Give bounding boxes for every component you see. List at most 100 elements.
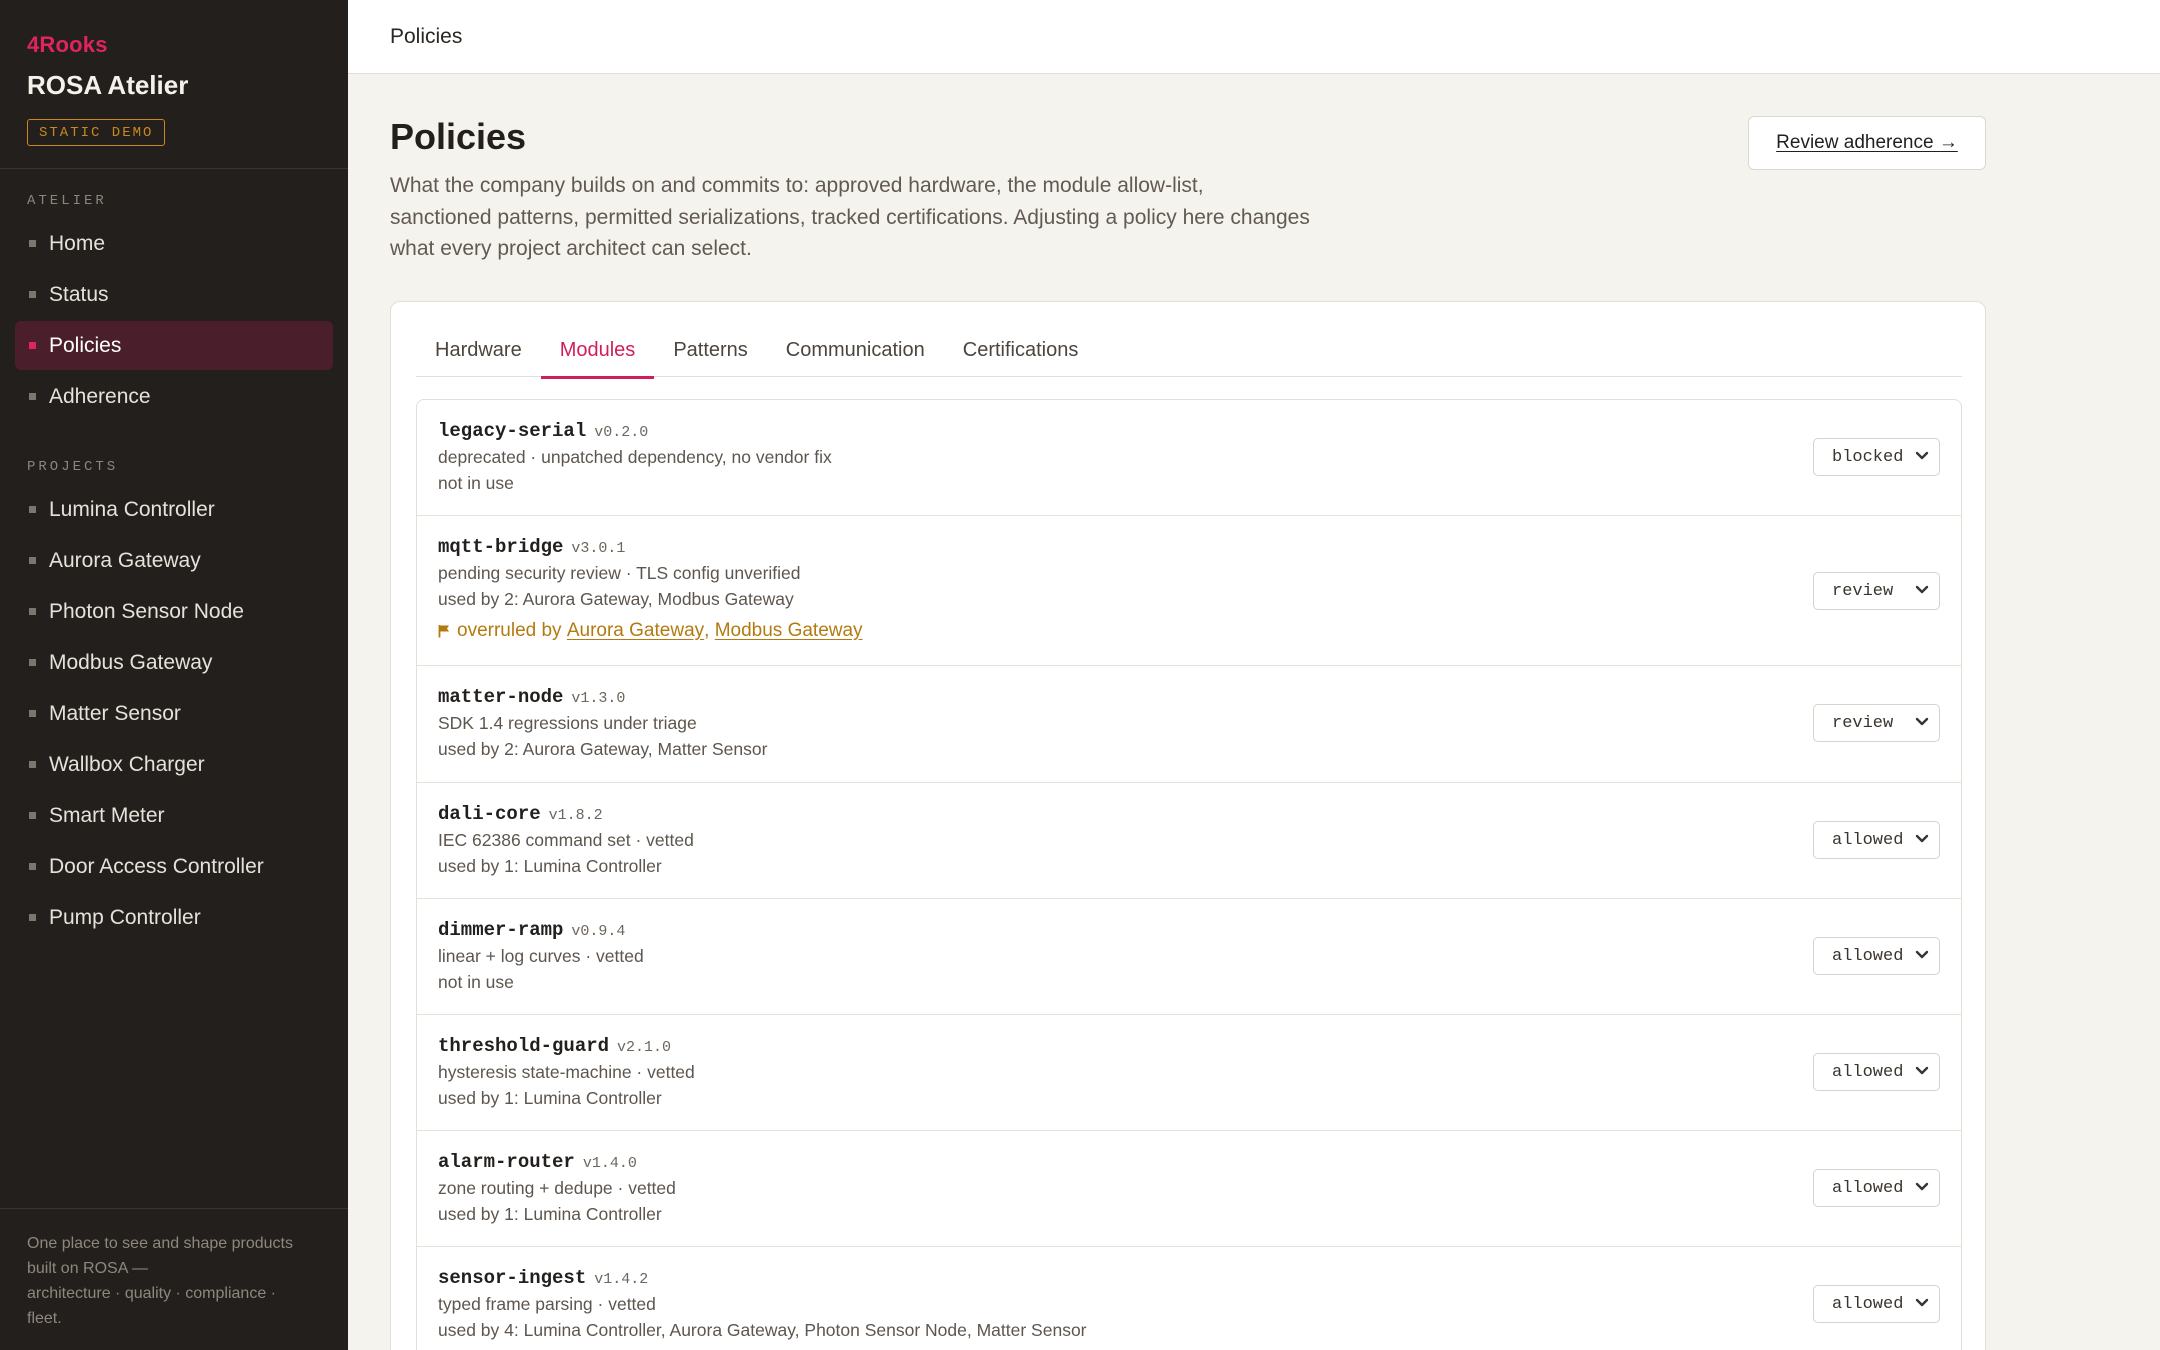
bullet-icon — [29, 914, 36, 921]
sidebar-item-photon-sensor-node[interactable]: Photon Sensor Node — [15, 587, 333, 636]
sidebar-item-label: Lumina Controller — [49, 497, 215, 521]
static-demo-badge: STATIC DEMO — [27, 119, 166, 146]
bullet-icon — [29, 812, 36, 819]
module-row: threshold-guard v2.1.0 hysteresis state-m… — [417, 1015, 1961, 1131]
sidebar-item-lumina-controller[interactable]: Lumina Controller — [15, 485, 333, 534]
footer-line: built on ROSA — — [27, 1260, 148, 1277]
sidebar-item-modbus-gateway[interactable]: Modbus Gateway — [15, 638, 333, 687]
projects-section-label: PROJECTS — [27, 459, 119, 475]
sidebar-item-smart-meter[interactable]: Smart Meter — [15, 791, 333, 840]
bullet-icon — [29, 342, 36, 349]
bullet-icon — [29, 761, 36, 768]
override-link-modbus-gateway[interactable]: Modbus Gateway — [715, 620, 863, 642]
app-title: ROSA Atelier — [27, 70, 189, 100]
sidebar-item-label: Pump Controller — [49, 905, 201, 929]
sidebar-item-matter-sensor[interactable]: Matter Sensor — [15, 689, 333, 738]
module-description: SDK 1.4 regressions under triage — [438, 713, 697, 733]
atelier-nav: Home Status Policies Adherence — [0, 219, 348, 421]
tab-modules[interactable]: Modules — [540, 330, 655, 379]
bullet-icon — [29, 506, 36, 513]
review-adherence-button[interactable]: Review adherence → — [1748, 116, 1986, 170]
sidebar-item-label: Home — [49, 231, 106, 255]
brand-block: 4Rooks ROSA Atelier STATIC DEMO — [0, 0, 348, 169]
sidebar-item-label: Status — [49, 282, 109, 306]
tab-certifications[interactable]: Certifications — [944, 330, 1098, 377]
module-status-select[interactable]: allowed — [1813, 937, 1940, 975]
bullet-icon — [29, 557, 36, 564]
sidebar-item-wallbox-charger[interactable]: Wallbox Charger — [15, 740, 333, 789]
module-version: v0.2.0 — [594, 424, 649, 441]
module-usage: used by 1: Lumina Controller — [438, 1088, 662, 1108]
override-link-aurora-gateway[interactable]: Aurora Gateway — [567, 620, 704, 642]
bullet-icon — [29, 393, 36, 400]
module-status-select[interactable]: review — [1813, 572, 1940, 610]
sidebar-item-policies[interactable]: Policies — [15, 321, 333, 370]
bullet-icon — [29, 608, 36, 615]
module-row: dali-core v1.8.2 IEC 62386 command set · … — [417, 783, 1961, 899]
module-status-select[interactable]: allowed — [1813, 821, 1940, 859]
page-title: Policies — [390, 116, 527, 157]
module-usage: used by 1: Lumina Controller — [438, 1204, 662, 1224]
tab-communication[interactable]: Communication — [767, 330, 944, 377]
sidebar-item-label: Matter Sensor — [49, 701, 181, 725]
footer-line: One place to see and shape products — [27, 1235, 293, 1252]
module-name: mqtt-bridge — [438, 536, 564, 558]
status-value: allowed — [1832, 946, 1904, 966]
footer-line: architecture · quality · compliance · — [27, 1285, 276, 1302]
module-status-select[interactable]: blocked — [1813, 438, 1940, 476]
module-row: sensor-ingest v1.4.2 typed frame parsing … — [417, 1247, 1961, 1350]
module-row: matter-node v1.3.0 SDK 1.4 regressions un… — [417, 666, 1961, 783]
override-notice: overruled by Aurora Gateway, Modbus Gate… — [438, 620, 1940, 642]
sidebar-item-pump-controller[interactable]: Pump Controller — [15, 893, 333, 942]
sidebar-item-aurora-gateway[interactable]: Aurora Gateway — [15, 536, 333, 585]
sidebar-item-label: Aurora Gateway — [49, 548, 201, 572]
flag-icon — [438, 625, 449, 638]
brand-logo[interactable]: 4Rooks — [27, 32, 321, 58]
bullet-icon — [29, 240, 36, 247]
tab-patterns[interactable]: Patterns — [654, 330, 766, 377]
module-name: matter-node — [438, 686, 564, 708]
module-status-select[interactable]: allowed — [1813, 1285, 1940, 1323]
status-value: allowed — [1832, 1062, 1904, 1082]
sidebar-item-label: Photon Sensor Node — [49, 599, 244, 623]
module-row: mqtt-bridge v3.0.1 pending security revie… — [417, 516, 1961, 666]
chevron-down-icon — [1915, 717, 1929, 726]
policies-panel: Hardware Modules Patterns Communication … — [390, 301, 1986, 1350]
module-status-select[interactable]: allowed — [1813, 1053, 1940, 1091]
sidebar-item-label: Policies — [49, 333, 122, 357]
chevron-down-icon — [1915, 585, 1929, 594]
status-value: allowed — [1832, 1178, 1904, 1198]
sidebar-item-adherence[interactable]: Adherence — [15, 372, 333, 421]
footer-line: fleet. — [27, 1310, 62, 1327]
module-version: v2.1.0 — [617, 1039, 672, 1056]
sidebar-item-label: Modbus Gateway — [49, 650, 213, 674]
module-status-select[interactable]: review — [1813, 704, 1940, 742]
module-name: sensor-ingest — [438, 1267, 587, 1289]
sidebar-item-label: Door Access Controller — [49, 854, 264, 878]
module-row: dimmer-ramp v0.9.4 linear + log curves · … — [417, 899, 1961, 1015]
module-usage: used by 1: Lumina Controller — [438, 856, 662, 876]
module-description: linear + log curves · vetted — [438, 946, 644, 966]
status-value: allowed — [1832, 1294, 1904, 1314]
page-description: What the company builds on and commits t… — [390, 174, 1310, 260]
module-name: alarm-router — [438, 1151, 575, 1173]
status-value: blocked — [1832, 447, 1904, 467]
module-description: IEC 62386 command set · vetted — [438, 830, 694, 850]
module-version: v3.0.1 — [571, 540, 626, 557]
sidebar-item-door-access-controller[interactable]: Door Access Controller — [15, 842, 333, 891]
tab-hardware[interactable]: Hardware — [416, 330, 541, 377]
topbar-title: Policies — [390, 24, 463, 48]
status-value: allowed — [1832, 830, 1904, 850]
module-version: v1.4.0 — [582, 1155, 637, 1172]
module-description: deprecated · unpatched dependency, no ve… — [438, 447, 832, 467]
policy-tabs: Hardware Modules Patterns Communication … — [416, 330, 1962, 379]
module-version: v1.4.2 — [594, 1271, 649, 1288]
bullet-icon — [29, 710, 36, 717]
module-status-select[interactable]: allowed — [1813, 1169, 1940, 1207]
module-description: zone routing + dedupe · vetted — [438, 1178, 676, 1198]
chevron-down-icon — [1915, 1066, 1929, 1075]
sidebar-item-home[interactable]: Home — [15, 219, 333, 268]
module-version: v0.9.4 — [571, 923, 626, 940]
sidebar-item-status[interactable]: Status — [15, 270, 333, 319]
chevron-down-icon — [1915, 834, 1929, 843]
